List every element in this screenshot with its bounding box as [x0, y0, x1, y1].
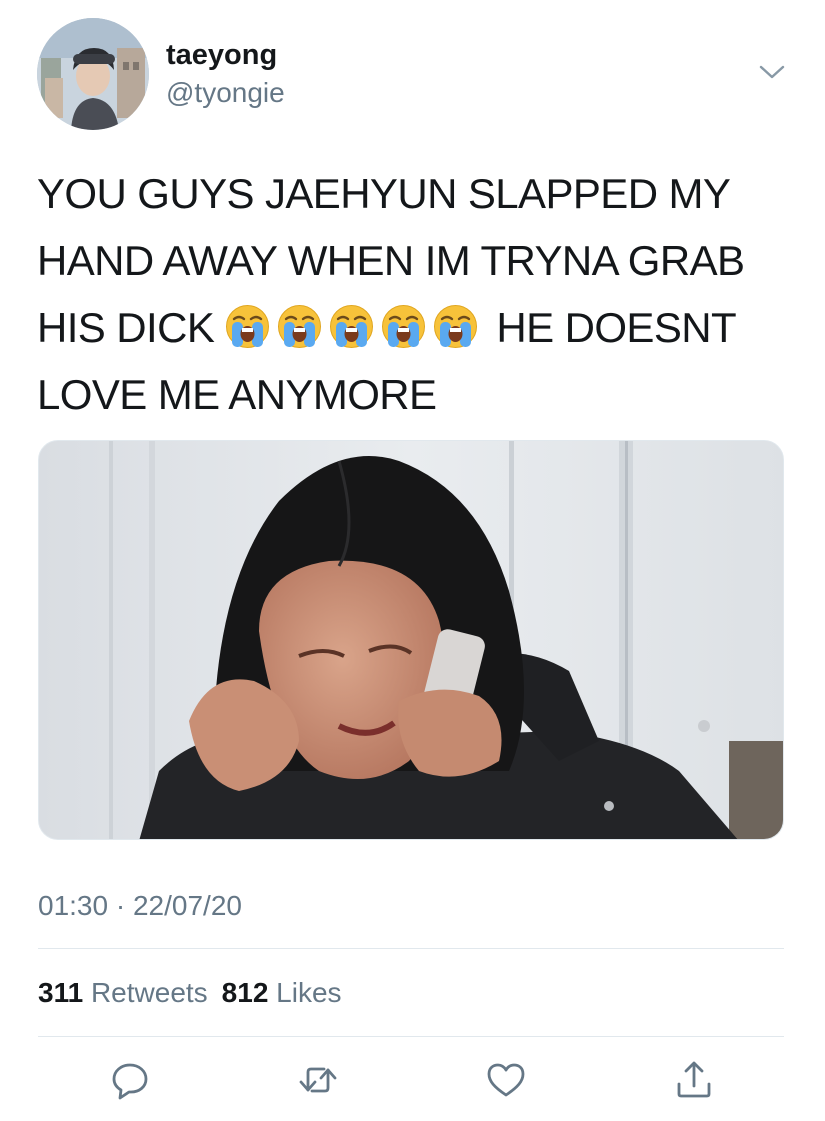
loudly-crying-face-icon — [433, 304, 478, 349]
user-names: taeyong @tyongie — [166, 38, 285, 110]
emoji-row — [225, 304, 496, 351]
likes-count: 812 — [221, 977, 269, 1008]
tweet-header: taeyong @tyongie — [37, 18, 787, 130]
loudly-crying-face-icon — [381, 304, 426, 349]
retweets-count: 311 — [38, 977, 84, 1008]
tweet-timestamp[interactable]: 01:30 · 22/07/20 — [38, 888, 242, 924]
chevron-down-icon[interactable] — [757, 60, 787, 84]
retweets-label: Retweets — [90, 977, 208, 1008]
loudly-crying-face-icon — [277, 304, 322, 349]
divider — [38, 948, 784, 949]
tweet-text: YOU GUYS JAEHYUN SLAPPED MY HAND AWAY WH… — [37, 160, 797, 428]
tweet-actions — [38, 1058, 784, 1102]
divider — [38, 1036, 784, 1037]
display-name[interactable]: taeyong — [166, 38, 285, 72]
likes-label: Likes — [276, 977, 342, 1008]
reply-icon[interactable] — [108, 1058, 152, 1102]
tweet-stats: 311 Retweets 812 Likes — [38, 975, 342, 1011]
avatar[interactable] — [37, 18, 149, 130]
like-icon[interactable] — [484, 1058, 528, 1102]
user-handle[interactable]: @tyongie — [166, 76, 285, 110]
retweets-stat[interactable]: 311 Retweets — [38, 977, 208, 1008]
retweet-icon[interactable] — [296, 1058, 340, 1102]
tweet-date: 22/07/20 — [132, 890, 242, 921]
tweet-time: 01:30 — [38, 890, 109, 921]
likes-stat[interactable]: 812 Likes — [222, 977, 342, 1008]
share-icon[interactable] — [672, 1058, 716, 1102]
loudly-crying-face-icon — [329, 304, 374, 349]
tweet-media-image[interactable] — [38, 440, 784, 840]
timestamp-separator: · — [115, 890, 126, 921]
loudly-crying-face-icon — [225, 304, 270, 349]
